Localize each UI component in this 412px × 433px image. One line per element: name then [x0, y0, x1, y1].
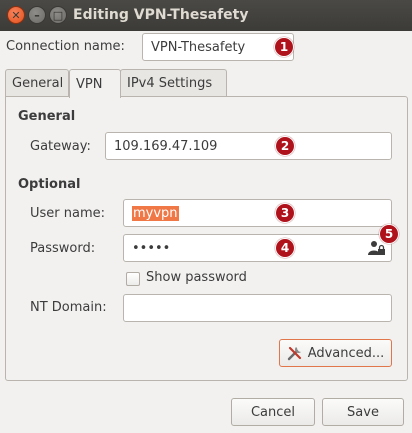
connection-name-label: Connection name: [6, 39, 125, 54]
username-label: User name: [30, 206, 106, 221]
nt-domain-input[interactable] [123, 294, 392, 322]
gateway-label: Gateway: [30, 139, 91, 154]
nt-domain-label: NT Domain: [30, 300, 107, 315]
window-title: Editing VPN-Thesafety [73, 7, 249, 23]
show-password-checkbox[interactable] [126, 272, 140, 286]
callout-badge-3: 3 [275, 203, 295, 223]
username-input[interactable]: myvpn [123, 199, 392, 227]
optional-heading: Optional [18, 177, 81, 192]
gateway-input[interactable]: 109.169.47.109 [105, 132, 392, 160]
gateway-value: 109.169.47.109 [114, 138, 218, 154]
tab-vpn-label: VPN [76, 76, 103, 92]
callout-badge-2: 2 [275, 136, 295, 156]
callout-badge-4: 4 [275, 238, 295, 258]
close-icon[interactable]: ✕ [7, 6, 25, 24]
advanced-button-label: Advanced... [307, 345, 385, 361]
show-password-label[interactable]: Show password [146, 270, 247, 285]
tab-ipv4-settings[interactable]: IPv4 Settings [120, 69, 227, 97]
save-button[interactable]: Save [322, 398, 404, 426]
minimize-icon[interactable]: – [28, 6, 46, 24]
password-value: ••••• [132, 240, 171, 256]
password-label: Password: [30, 241, 96, 256]
username-value: myvpn [132, 205, 179, 221]
advanced-button[interactable]: Advanced... [279, 339, 392, 367]
connection-name-value: VPN-Thesafety [151, 39, 246, 55]
maximize-icon[interactable]: □ [49, 6, 67, 24]
tab-general[interactable]: General [5, 69, 69, 97]
connection-name-input[interactable]: VPN-Thesafety [142, 33, 294, 61]
cancel-button[interactable]: Cancel [231, 398, 315, 426]
tab-ipv4-label: IPv4 Settings [127, 76, 213, 91]
general-heading: General [18, 109, 76, 124]
password-input[interactable]: ••••• [123, 234, 392, 262]
tab-vpn[interactable]: VPN [69, 69, 121, 98]
cancel-button-label: Cancel [250, 404, 296, 420]
callout-badge-5: 5 [379, 224, 399, 244]
title-bar: ✕ – □ Editing VPN-Thesafety [0, 0, 412, 31]
callout-badge-1: 1 [274, 37, 294, 57]
save-button-label: Save [347, 404, 379, 420]
tools-icon [287, 345, 303, 361]
tab-general-label: General [12, 76, 64, 91]
